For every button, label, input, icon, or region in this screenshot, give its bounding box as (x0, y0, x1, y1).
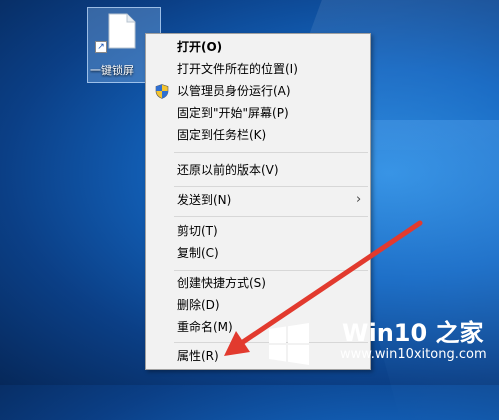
watermark-url: www.win10xitong.com (340, 347, 487, 362)
watermark-brand: Win10 之家 (342, 319, 484, 347)
windows-logo-icon (269, 323, 309, 365)
